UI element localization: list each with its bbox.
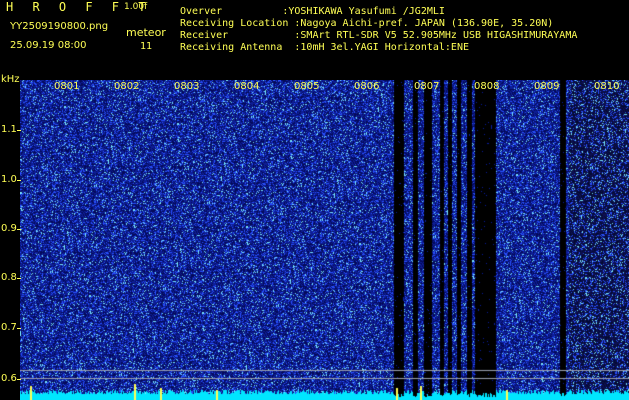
meta-observer: Overver :YOSHIKAWA Yasufumi /JG2MLI — [180, 6, 445, 17]
x-tick-label: 0804 — [234, 81, 260, 92]
x-tick-label: 0806 — [354, 81, 380, 92]
y-tick-mark — [17, 328, 21, 329]
x-tick-label: 0802 — [114, 81, 140, 92]
y-tick-label: 0.9 — [1, 223, 17, 234]
y-tick-mark — [17, 180, 21, 181]
datetime-label: 25.09.19 08:00 — [10, 40, 87, 51]
filename-label: YY2509190800.png — [10, 21, 109, 32]
x-tick-label: 0805 — [294, 81, 320, 92]
y-tick-label: 0.6 — [1, 373, 17, 384]
y-tick-label: 0.8 — [1, 272, 17, 283]
x-tick-label: 0801 — [54, 81, 80, 92]
y-tick-label: 1.1 — [1, 124, 17, 135]
y-tick-mark — [17, 130, 21, 131]
y-tick-mark — [17, 229, 21, 230]
y-tick-mark — [17, 379, 21, 380]
meteor-label: meteor — [126, 26, 166, 39]
x-tick-label: 0808 — [474, 81, 500, 92]
x-tick-label: 0809 — [534, 81, 560, 92]
y-tick-label: 1.0 — [1, 174, 17, 185]
meta-location: Receiving Location :Nagoya Aichi-pref. J… — [180, 18, 554, 29]
x-tick-label: 0803 — [174, 81, 200, 92]
version-label: 1.00f — [124, 2, 148, 12]
y-tick-mark — [17, 278, 21, 279]
spectrogram-canvas — [20, 80, 629, 400]
meta-antenna: Receiving Antenna :10mH 3el.YAGI Horizon… — [180, 42, 469, 53]
y-axis-unit: kHz — [1, 74, 20, 85]
x-tick-label: 0810 — [594, 81, 620, 92]
meta-receiver: Receiver :SMArt RTL-SDR V5 52.905MHz USB… — [180, 30, 578, 41]
y-tick-label: 0.7 — [1, 322, 17, 333]
meteor-count: 11 — [140, 41, 153, 52]
spectrogram — [20, 80, 629, 400]
x-tick-label: 0807 — [414, 81, 440, 92]
